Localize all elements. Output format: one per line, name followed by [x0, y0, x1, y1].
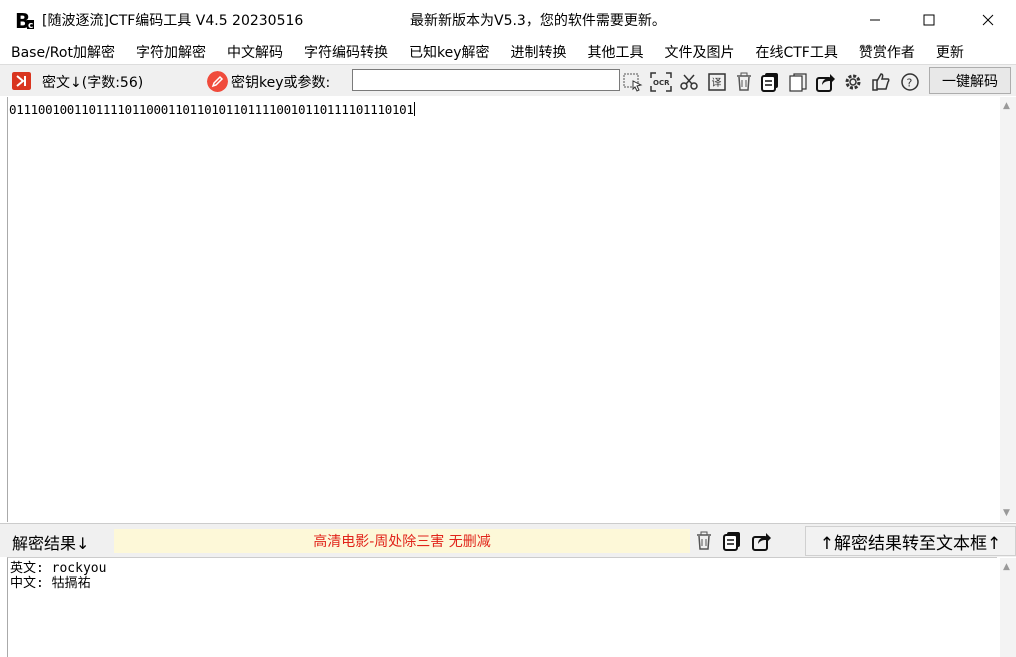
trash-icon[interactable] [733, 71, 755, 93]
menu-known-key[interactable]: 已知key解密 [407, 42, 492, 62]
ocr-icon[interactable]: OCR [650, 71, 672, 93]
svg-text:c: c [28, 21, 33, 31]
menu-other-tools[interactable]: 其他工具 [585, 42, 645, 62]
menu-chinese-decode[interactable]: 中文解码 [225, 42, 285, 62]
update-notice: 最新新版本为V5.3，您的软件需要更新。 [410, 13, 666, 29]
key-input[interactable] [352, 69, 620, 91]
result-bar: 解密结果↓ 高清电影-周处除三害 无删减 ↑解密结果转至文本框↑ [0, 523, 1016, 557]
thumbs-up-icon[interactable] [870, 71, 892, 93]
menu-files-images[interactable]: 文件及图片 [662, 42, 736, 62]
result-scroll-up-icon[interactable]: ▲ [1003, 562, 1010, 572]
ad-banner[interactable]: 高清电影-周处除三害 无删减 [114, 529, 690, 553]
scroll-up-icon[interactable]: ▲ [1003, 101, 1010, 111]
menu-online-ctf[interactable]: 在线CTF工具 [753, 42, 839, 62]
cipher-scrollbar[interactable]: ▲ ▼ [1000, 97, 1016, 522]
menu-bar: Base/Rot加解密 字符加解密 中文解码 字符编码转换 已知key解密 进制… [0, 40, 1016, 64]
transfer-result-button[interactable]: ↑解密结果转至文本框↑ [805, 526, 1016, 556]
key-label: 密钥key或参数: [231, 75, 331, 91]
text-caret [413, 102, 415, 116]
result-copy-icon[interactable] [721, 530, 743, 552]
result-scrollbar[interactable]: ▲ [1000, 558, 1016, 657]
menu-donate[interactable]: 赞赏作者 [857, 42, 917, 62]
result-label: 解密结果↓ [12, 534, 90, 553]
result-line-english: 英文: rockyou [10, 561, 107, 576]
maximize-button[interactable] [906, 0, 952, 40]
scissors-icon[interactable] [678, 71, 700, 93]
title-bar: B c [随波逐流]CTF编码工具 V4.5 20230516 最新新版本为V5… [0, 0, 1016, 40]
close-icon [982, 14, 994, 26]
help-icon[interactable]: ? [899, 71, 921, 93]
result-text-area[interactable]: 英文: rockyou 中文: 牯搹祐 [7, 557, 997, 657]
window-title: [随波逐流]CTF编码工具 V4.5 20230516 [42, 13, 304, 29]
minimize-icon [870, 19, 880, 21]
import-arrow-icon[interactable] [12, 72, 31, 90]
paste-icon[interactable] [787, 71, 809, 93]
scroll-down-icon[interactable]: ▼ [1003, 508, 1010, 518]
minimize-button[interactable] [852, 0, 898, 40]
translate-icon[interactable]: 译 [706, 71, 728, 93]
menu-update[interactable]: 更新 [934, 42, 966, 62]
result-share-icon[interactable] [751, 530, 773, 552]
menu-radix-convert[interactable]: 进制转换 [508, 42, 568, 62]
svg-text:OCR: OCR [653, 79, 670, 87]
copy-icon[interactable] [759, 71, 781, 93]
menu-char-crypto[interactable]: 字符加解密 [134, 42, 208, 62]
app-logo-icon: B c [15, 9, 35, 31]
share-icon[interactable] [815, 71, 837, 93]
select-icon[interactable] [622, 71, 644, 93]
menu-char-encoding[interactable]: 字符编码转换 [302, 42, 390, 62]
close-button[interactable] [965, 0, 1011, 40]
menu-base-rot[interactable]: Base/Rot加解密 [9, 42, 117, 62]
svg-text:译: 译 [712, 77, 722, 89]
cipher-text: 0111001001101111011000110110101101111001… [9, 102, 414, 117]
gear-icon[interactable] [842, 71, 864, 93]
one-click-decode-button[interactable]: 一键解码 [929, 67, 1011, 94]
result-line-chinese: 中文: 牯搹祐 [10, 576, 91, 591]
result-trash-icon[interactable] [693, 530, 715, 552]
maximize-icon [923, 14, 935, 26]
svg-text:?: ? [907, 77, 913, 90]
toolbar: 密文↓(字数:56) 密钥key或参数: OCR 译 ? 一键解码 [0, 64, 1016, 96]
cipher-label: 密文↓(字数:56) [42, 75, 144, 91]
cipher-text-area[interactable]: 0111001001101111011000110110101101111001… [7, 97, 997, 522]
key-pencil-icon [207, 71, 228, 92]
